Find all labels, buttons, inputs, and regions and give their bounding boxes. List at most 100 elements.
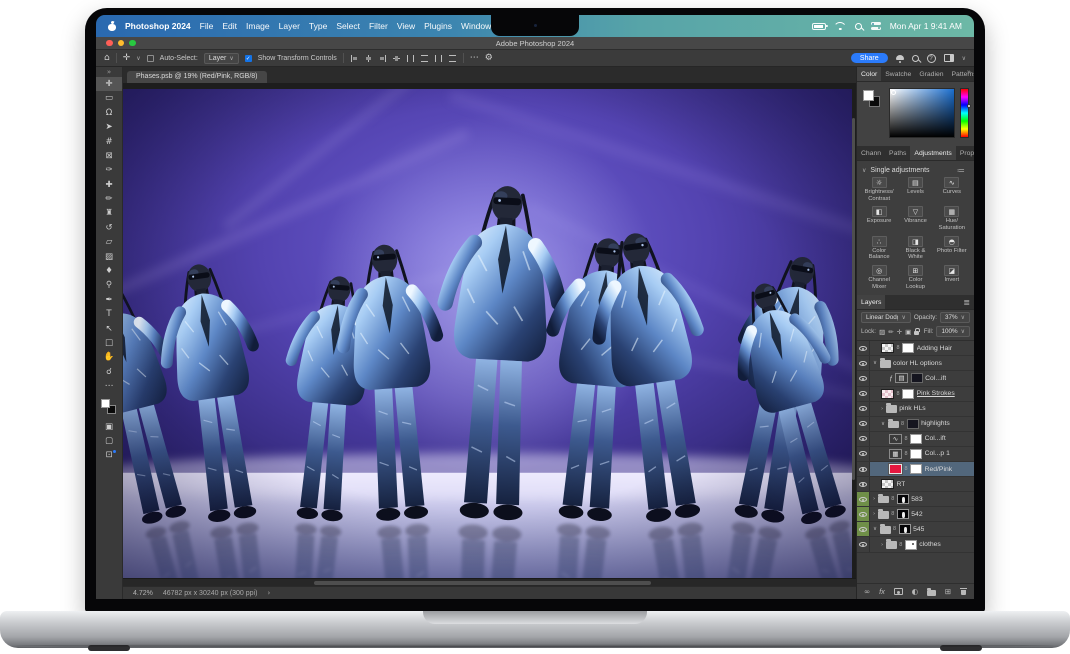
saturation-brightness-field[interactable] — [889, 88, 955, 138]
layer-visibility-toggle[interactable] — [857, 477, 870, 491]
move-tool-options-icon[interactable]: ✛ — [123, 54, 131, 63]
layer-thumbnail[interactable] — [886, 405, 897, 413]
layer-name[interactable]: Pink Strokes — [917, 390, 955, 397]
group-caret-icon[interactable]: › — [881, 542, 883, 548]
opacity-field[interactable]: 37% ∨ — [940, 312, 970, 323]
menubar-item[interactable]: File — [200, 21, 214, 31]
crop-tool[interactable]: # — [96, 135, 122, 149]
auto-select-checkbox[interactable] — [147, 55, 154, 62]
layer-thumbnail[interactable] — [880, 526, 891, 534]
distribute-widths-icon[interactable] — [434, 54, 443, 63]
list-view-icon[interactable]: ≔ — [957, 166, 969, 175]
adjustments-header[interactable]: Single adjustments — [870, 167, 929, 174]
lock-position-icon[interactable]: ✛ — [897, 329, 902, 336]
lock-image-pixels-icon[interactable]: ✏ — [888, 329, 893, 336]
layer-row[interactable]: ∨ color HL options — [857, 356, 974, 371]
menubar-item[interactable]: Window — [461, 21, 491, 31]
group-caret-icon[interactable]: › — [873, 496, 875, 502]
notifications-bell-icon[interactable] — [896, 54, 904, 63]
layer-name[interactable]: pink HLs — [899, 405, 925, 412]
more-options-icon[interactable]: ⋯ — [470, 54, 479, 63]
layer-thumbnail[interactable] — [889, 464, 902, 474]
layer-thumbnail[interactable] — [881, 389, 894, 399]
delete-layer-icon[interactable] — [960, 588, 967, 595]
layer-mask-thumbnail[interactable] — [899, 524, 911, 534]
layer-row[interactable]: ƒ ▤ Col...ift — [857, 371, 974, 386]
new-group-icon[interactable] — [927, 590, 936, 596]
layer-name[interactable]: color HL options — [893, 360, 942, 367]
adjustment-color-balance[interactable]: ∴ Color Balance — [862, 236, 896, 261]
layer-name[interactable]: Col...ift — [925, 435, 946, 442]
layer-name[interactable]: 542 — [911, 511, 922, 518]
apple-logo-icon[interactable] — [108, 22, 116, 31]
object-selection-tool[interactable]: ➤ — [96, 120, 122, 134]
adjustment-hue-saturation[interactable]: ▦ Hue/ Saturation — [935, 206, 969, 231]
layer-name[interactable]: RT — [897, 481, 906, 488]
panel-tab[interactable]: Chann — [857, 146, 885, 160]
menubar-item[interactable]: Edit — [222, 21, 237, 31]
share-button[interactable]: Share — [851, 53, 888, 63]
group-caret-icon[interactable]: ∨ — [873, 526, 877, 532]
adjustment-vibrance[interactable]: ▽ Vibrance — [898, 206, 932, 231]
layer-style-fx-icon[interactable]: fx — [879, 588, 885, 596]
auto-select-target-dropdown[interactable]: Layer ∨ — [204, 53, 239, 64]
layer-visibility-toggle[interactable] — [857, 447, 870, 461]
blend-mode-dropdown[interactable]: Linear Dodge (Add) ∨ — [861, 312, 911, 323]
layer-row[interactable]: ∨ 8 highlights — [857, 417, 974, 432]
layer-row[interactable]: › 8 clothes — [857, 537, 974, 552]
adjustment-levels[interactable]: ▤ Levels — [898, 177, 932, 202]
brush-tool[interactable]: ✏ — [96, 192, 122, 206]
link-layers-icon[interactable]: ∞ — [864, 588, 870, 596]
layer-mask-thumbnail[interactable] — [910, 434, 922, 444]
layer-thumbnail[interactable] — [880, 360, 891, 368]
layer-mask-thumbnail[interactable] — [905, 540, 917, 550]
toolbar-collapse-icon[interactable]: » — [107, 68, 111, 77]
healing-brush-tool[interactable]: ✚ — [96, 178, 122, 192]
help-icon[interactable]: ? — [927, 54, 936, 63]
layer-visibility-toggle[interactable] — [857, 402, 870, 416]
layer-thumbnail[interactable] — [886, 541, 897, 549]
type-tool[interactable]: T — [96, 307, 122, 321]
layer-visibility-toggle[interactable] — [857, 462, 870, 476]
panel-tab[interactable]: Adjustments — [910, 146, 955, 160]
layer-mask-thumbnail[interactable] — [910, 449, 922, 459]
dodge-tool[interactable]: ⚲ — [96, 278, 122, 292]
new-layer-icon[interactable]: ⊞ — [945, 588, 951, 596]
history-brush-tool[interactable]: ↺ — [96, 221, 122, 235]
menubar-item[interactable]: Layer — [279, 21, 300, 31]
home-icon[interactable]: ⌂ — [104, 54, 110, 63]
layer-mask-thumbnail[interactable] — [897, 509, 909, 519]
layer-name[interactable]: clothes — [919, 541, 941, 548]
chevron-down-icon[interactable]: ∨ — [962, 55, 966, 62]
menubar-item[interactable]: Select — [336, 21, 360, 31]
group-caret-icon[interactable]: › — [881, 406, 883, 412]
group-caret-icon[interactable]: › — [873, 511, 875, 517]
panel-color-swatches[interactable] — [862, 88, 884, 140]
layer-visibility-toggle[interactable] — [857, 341, 870, 355]
layer-mask-thumbnail[interactable] — [907, 419, 919, 429]
layer-mask-thumbnail[interactable] — [902, 343, 914, 353]
workspace-settings-gear-icon[interactable]: ⚙ — [485, 54, 493, 63]
layer-name[interactable]: Col...ift — [925, 375, 946, 382]
adjustment-photo-filter[interactable]: ◓ Photo Filter — [935, 236, 969, 261]
distribute-vertical-icon[interactable] — [420, 54, 429, 63]
lasso-tool[interactable]: Ω — [96, 106, 122, 120]
adjustment-brightness-contrast[interactable]: ☼ Brightness/ Contrast — [862, 177, 896, 202]
layer-thumbnail[interactable] — [878, 496, 889, 504]
layer-visibility-toggle[interactable] — [857, 537, 870, 551]
adjustment-exposure[interactable]: ◧ Exposure — [862, 206, 896, 231]
close-window-button[interactable] — [106, 40, 113, 47]
layer-row[interactable]: ▦ 8 Col...p 1 — [857, 447, 974, 462]
adjustment-channel-mixer[interactable]: ◎ Channel Mixer — [862, 265, 896, 290]
layer-row[interactable]: › pink HLs — [857, 402, 974, 417]
layer-row[interactable]: ∨ 8 545 — [857, 522, 974, 537]
marquee-tool[interactable]: ▭ — [96, 91, 122, 105]
layer-row[interactable]: 8 Adding Hair — [857, 341, 974, 356]
adjustment-black-white[interactable]: ◨ Black & White — [898, 236, 932, 261]
layer-row[interactable]: 8 Red/Pink — [857, 462, 974, 477]
clone-stamp-tool[interactable]: ♜ — [96, 207, 122, 221]
menubar-app-name[interactable]: Photoshop 2024 — [125, 21, 191, 31]
lock-artboard-icon[interactable]: ▣ — [905, 329, 911, 336]
eyedropper-tool[interactable]: ✑ — [96, 163, 122, 177]
layer-name[interactable]: Red/Pink — [925, 466, 953, 473]
